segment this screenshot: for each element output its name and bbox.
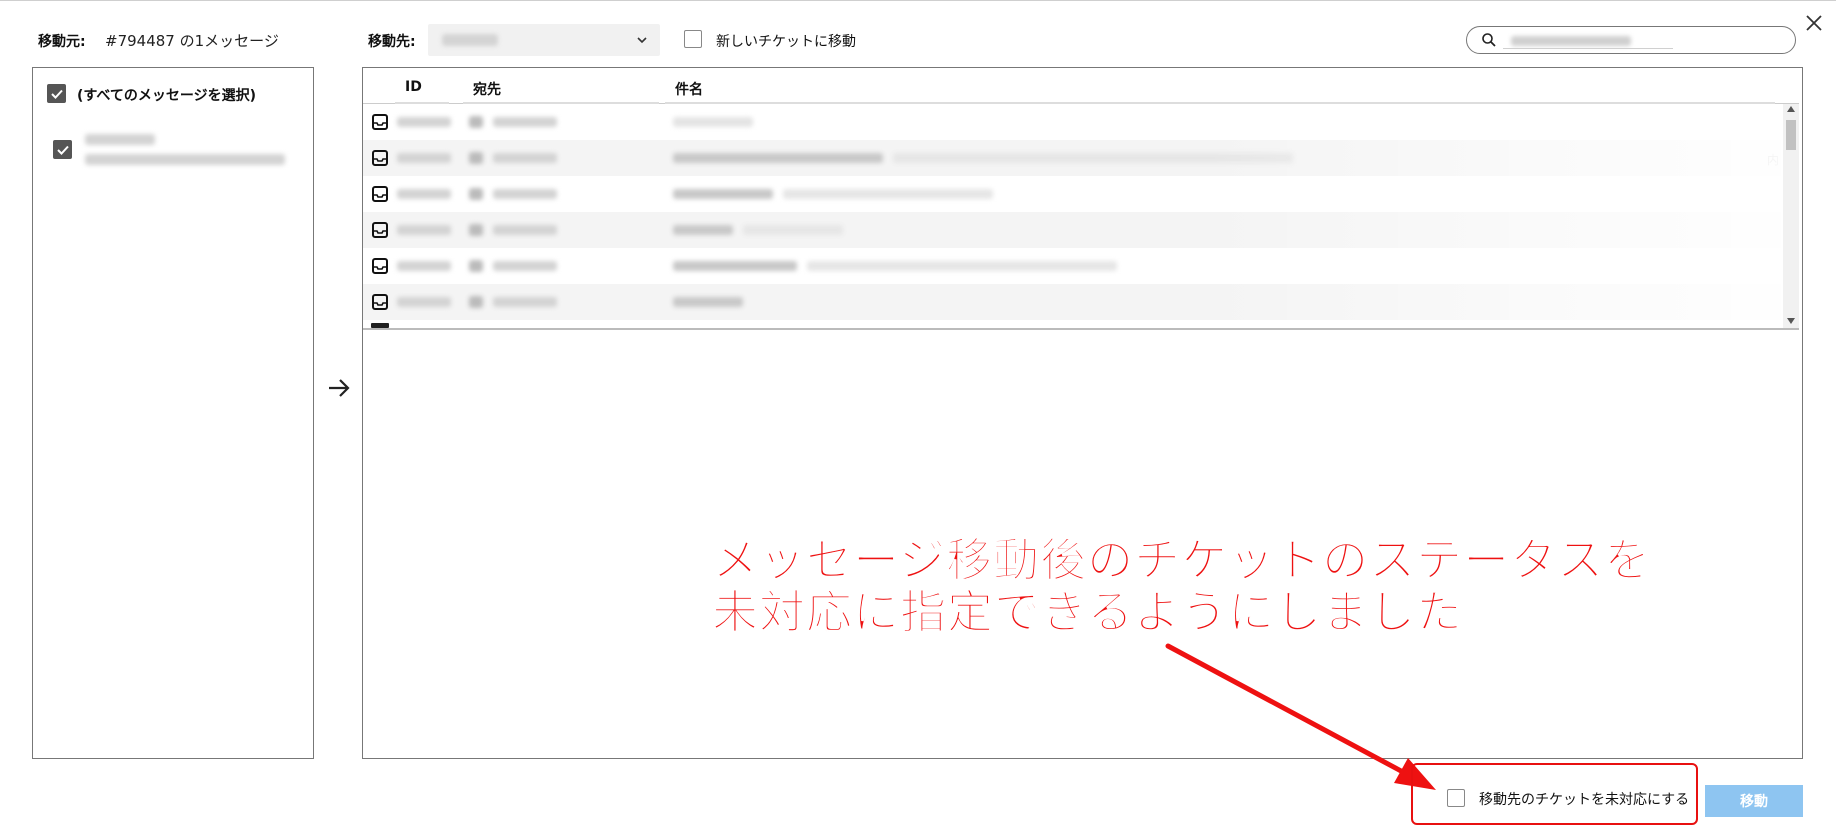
select-all-label: (すべてのメッセージを選択): [77, 88, 256, 104]
row-to-blurred: [493, 117, 557, 127]
row-avatar-blurred: [469, 152, 483, 164]
annotation-line-2: 未対応に指定できるようにしました: [711, 585, 1464, 639]
row-id-blurred: [397, 297, 451, 307]
message-sender-blurred: [85, 134, 155, 145]
table-bottom-border: [363, 328, 1799, 330]
inbox-icon: [372, 222, 388, 238]
set-unresolved-label: 移動先のチケットを未対応にする: [1479, 792, 1690, 808]
row-subject-blurred: [673, 189, 773, 199]
row-to-blurred: [493, 189, 557, 199]
row-avatar-blurred: [469, 224, 483, 236]
column-id[interactable]: ID: [405, 79, 422, 95]
row-avatar-blurred: [469, 260, 483, 272]
row-preview-blurred: [743, 225, 843, 235]
row-id-blurred: [397, 117, 451, 127]
row-avatar-blurred: [469, 296, 483, 308]
row-subject-blurred: [673, 297, 743, 307]
row-to-blurred: [493, 153, 557, 163]
inbox-icon: [372, 186, 388, 202]
inbox-icon: [372, 294, 388, 310]
row-subject-blurred: [673, 225, 733, 235]
row-to-blurred: [493, 297, 557, 307]
row-subject-blurred: [673, 261, 797, 271]
row-id-blurred: [397, 261, 451, 271]
new-ticket-label: 新しいチケットに移動: [716, 34, 856, 50]
source-label: 移動元:: [38, 34, 86, 50]
row-preview-blurred: [783, 189, 993, 199]
scroll-up-icon[interactable]: [1787, 106, 1795, 112]
top-border: [0, 0, 1836, 1]
set-unresolved-checkbox[interactable]: [1447, 789, 1465, 807]
select-all-checkbox[interactable]: [47, 84, 66, 103]
row-id-blurred: [397, 153, 451, 163]
row-to-blurred: [493, 225, 557, 235]
annotation-line-1: メッセージ移動後のチケットのステータスを: [711, 533, 1652, 587]
search-input[interactable]: [1466, 26, 1796, 54]
table-scrollbar[interactable]: [1783, 104, 1799, 328]
scrollbar-thumb[interactable]: [1786, 120, 1796, 150]
search-underline: [1503, 48, 1673, 49]
scroll-down-icon[interactable]: [1787, 318, 1795, 324]
arrow-right-icon: [326, 375, 352, 401]
message-checkbox[interactable]: [53, 140, 72, 159]
annotation-text: メッセージ移動後のチケットのステータスを 未対応に指定できるようにしました: [711, 533, 1652, 639]
source-message-panel: (すべてのメッセージを選択): [32, 67, 314, 759]
destination-label: 移動先:: [368, 34, 416, 50]
destination-select[interactable]: [428, 24, 660, 56]
inbox-icon: [372, 150, 388, 166]
table-header: ID 宛先 件名: [363, 68, 1799, 104]
row-id-blurred: [397, 225, 451, 235]
row-to-blurred: [493, 261, 557, 271]
check-icon: [56, 145, 69, 155]
column-subject[interactable]: 件名: [675, 79, 703, 99]
search-icon: [1482, 33, 1496, 47]
search-value-blurred: [1511, 36, 1631, 46]
row-avatar-blurred: [469, 188, 483, 200]
right-fade-overlay: [1203, 104, 1783, 344]
inbox-icon: [372, 114, 388, 130]
message-subject-blurred: [85, 154, 285, 165]
move-button[interactable]: 移動: [1705, 785, 1803, 817]
new-ticket-checkbox[interactable]: [684, 30, 702, 48]
destination-value-blurred: [442, 34, 498, 46]
source-value: #794487 の1メッセージ: [105, 32, 279, 50]
row-subject-blurred: [673, 153, 883, 163]
row-avatar-blurred: [469, 116, 483, 128]
close-icon[interactable]: [1803, 12, 1825, 34]
column-to[interactable]: 宛先: [473, 79, 501, 99]
row-id-blurred: [397, 189, 451, 199]
row-subject-blurred: [673, 117, 753, 127]
annotation-arrow-icon: [1165, 643, 1436, 790]
row-preview-blurred: [807, 261, 1117, 271]
inbox-icon: [372, 258, 388, 274]
check-icon: [50, 89, 63, 99]
chevron-down-icon: [637, 37, 647, 44]
destination-ticket-panel: ID 宛先 件名 内: [362, 67, 1803, 759]
